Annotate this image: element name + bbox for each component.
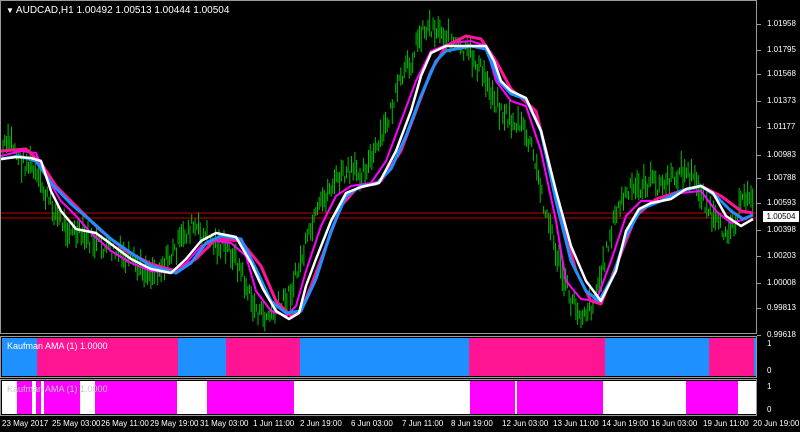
time-label: 29 May 19:00 <box>150 419 199 428</box>
price-label: 1.00203 <box>767 251 796 260</box>
price-label: 1.00008 <box>767 278 796 287</box>
histogram-bar <box>605 338 709 376</box>
chart-title: ▼ AUDCAD,H1 1.00492 1.00513 1.00444 1.005… <box>6 5 229 16</box>
histogram-bar <box>470 381 515 414</box>
histogram-bar <box>686 381 738 414</box>
histogram-bar <box>226 338 300 376</box>
time-label: 19 Jun 11:00 <box>703 419 749 428</box>
histogram-bar <box>469 338 605 376</box>
chart-title-text: AUDCAD,H1 1.00492 1.00513 1.00444 1.0050… <box>15 5 230 16</box>
price-tick <box>757 101 761 102</box>
time-label: 13 Jun 11:00 <box>553 419 599 428</box>
price-tick <box>757 127 761 128</box>
time-label: 1 Jun 11:00 <box>253 419 295 428</box>
histogram-bar <box>177 381 207 414</box>
price-tick <box>757 178 761 179</box>
indicator1-histogram <box>2 338 756 376</box>
price-tick <box>757 335 761 336</box>
price-tick <box>757 74 761 75</box>
indicator1-scale-bottom: 0 <box>767 366 772 375</box>
ama-blue-line <box>1 44 754 315</box>
time-label: 2 Jun 19:00 <box>300 419 342 428</box>
time-label: 26 May 11:00 <box>101 419 149 428</box>
time-label: 16 Jun 03:00 <box>651 419 698 428</box>
indicator2-label: Kaufman AMA (1) 1.0000 <box>7 384 108 394</box>
histogram-bar <box>603 381 686 414</box>
ama-slow-line <box>1 34 754 318</box>
indicator2-scale-top: 1 <box>767 382 772 391</box>
price-label: 1.01373 <box>767 96 796 105</box>
price-chart-pane[interactable]: ▼ AUDCAD,H1 1.00492 1.00513 1.00444 1.005… <box>0 0 757 334</box>
time-label: 12 Jun 03:00 <box>502 419 549 428</box>
indicator2-histogram <box>2 381 756 414</box>
indicator2-scale-bottom: 0 <box>767 405 772 414</box>
histogram-bar <box>300 338 469 376</box>
price-label: 1.01795 <box>767 45 796 54</box>
ama-fast-line <box>1 40 754 317</box>
price-label: 0.99813 <box>767 303 796 312</box>
ama-white-line <box>1 44 754 321</box>
price-tick <box>757 308 761 309</box>
price-label: 1.00983 <box>767 150 796 159</box>
time-axis[interactable]: 23 May 2017 25 May 03:00 26 May 11:00 29 Ma… <box>0 416 800 432</box>
indicator1-scale-top: 1 <box>767 339 772 348</box>
price-label: 1.00593 <box>767 198 796 207</box>
histogram-bar <box>178 338 226 376</box>
chart-window: ▼ AUDCAD,H1 1.00492 1.00513 1.00444 1.005… <box>0 0 800 432</box>
price-tick <box>757 256 761 257</box>
price-label: 1.01958 <box>767 19 796 28</box>
dropdown-triangle-icon[interactable]: ▼ <box>6 6 14 15</box>
histogram-bar <box>754 338 756 376</box>
time-label: 7 Jun 11:00 <box>402 419 444 428</box>
price-tick <box>757 155 761 156</box>
price-tick <box>757 230 761 231</box>
price-label: 1.00398 <box>767 225 796 234</box>
histogram-bar <box>207 381 294 414</box>
histogram-bar <box>709 338 754 376</box>
price-tick <box>757 24 761 25</box>
indicator2-pane[interactable]: Kaufman AMA (1) 1.0000 <box>0 379 757 416</box>
time-label: 31 May 03:00 <box>200 419 249 428</box>
price-label: 1.01177 <box>767 122 796 131</box>
time-label: 25 May 03:00 <box>52 419 101 428</box>
price-chart-canvas[interactable] <box>1 1 757 334</box>
current-price-label: 1.00504 <box>763 211 799 222</box>
time-label: 8 Jun 19:00 <box>451 419 493 428</box>
histogram-bar <box>738 381 756 414</box>
histogram-bar <box>294 381 470 414</box>
price-tick <box>757 203 761 204</box>
time-label: 23 May 2017 <box>2 419 49 428</box>
price-tick <box>757 283 761 284</box>
price-label: 1.00788 <box>767 173 796 182</box>
price-tick <box>757 50 761 51</box>
time-label: 20 Jun 19:00 <box>753 419 800 428</box>
time-label: 6 Jun 03:00 <box>351 419 393 428</box>
time-label: 14 Jun 19:00 <box>602 419 649 428</box>
candles-group <box>2 10 754 332</box>
price-label: 1.01568 <box>767 69 796 78</box>
indicator1-label: Kaufman AMA (1) 1.0000 <box>7 341 108 351</box>
indicator1-pane[interactable]: Kaufman AMA (1) 1.0000 <box>0 336 757 378</box>
histogram-bar <box>517 381 603 414</box>
